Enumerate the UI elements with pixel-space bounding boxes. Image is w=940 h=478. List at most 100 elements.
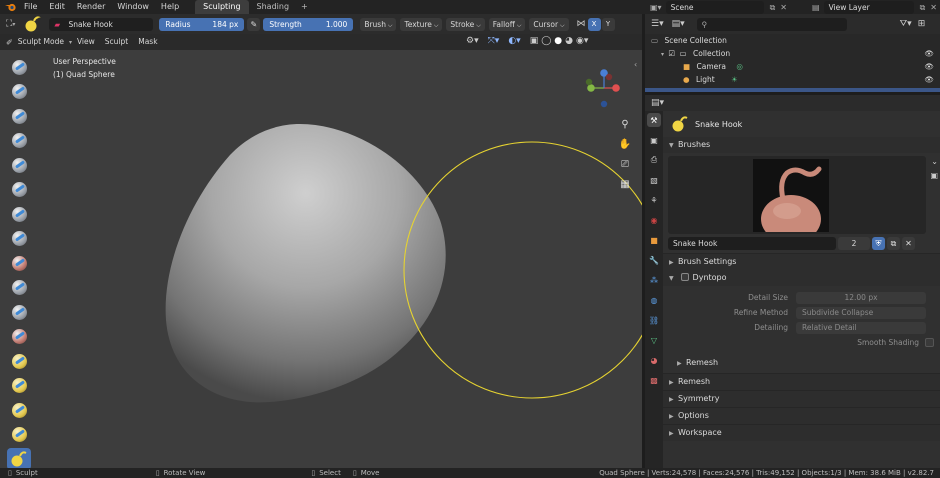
tool-fill[interactable] [7, 301, 31, 323]
gizmo-icon[interactable]: ⤧▾ [488, 36, 500, 46]
3d-viewport[interactable]: User Perspective (1) Quad Sphere ⚲ ✋ ⎚ ▦… [0, 50, 642, 468]
tab-material[interactable]: ◕ [647, 353, 661, 367]
brush-thumbnail[interactable] [753, 159, 829, 243]
visibility-eye-icon[interactable]: 👁 [924, 73, 934, 86]
dyntopo-checkbox[interactable] [680, 273, 689, 281]
navigation-gizmo[interactable] [580, 58, 622, 112]
tab-object[interactable]: ■ [647, 233, 661, 247]
menu-window[interactable]: Window [111, 0, 155, 14]
blender-logo-icon[interactable] [4, 0, 18, 14]
tab-physics[interactable]: ◍ [647, 293, 661, 307]
mirror-x-button[interactable]: X [587, 17, 601, 31]
tool-snake-hook[interactable] [7, 448, 31, 470]
brush-image-icon[interactable]: ▣ [930, 171, 938, 180]
menu-file[interactable]: File [18, 0, 43, 14]
wireframe-shading-icon[interactable]: ◯ [541, 36, 551, 46]
outliner-row-camera[interactable]: ■ Camera ◎ 👁 [645, 60, 940, 73]
tab-tool[interactable]: ⚒ [647, 113, 661, 127]
rendered-shading-icon[interactable]: ◉▾ [576, 36, 588, 46]
tool-clay-strips[interactable] [7, 130, 31, 152]
tab-output[interactable]: ⎙ [647, 153, 661, 167]
workspace-panel-header[interactable]: ▶ Workspace [663, 425, 940, 441]
dyntopo-panel-header[interactable]: ▼ Dyntopo [663, 270, 940, 286]
tool-draw-sharp[interactable] [7, 81, 31, 103]
fake-user-shield-icon[interactable]: ⛨ [872, 237, 885, 250]
tool-inflate[interactable] [7, 179, 31, 201]
tool-blob[interactable] [7, 203, 31, 225]
texture-dropdown[interactable]: Texture [400, 17, 443, 31]
radius-pressure-icon[interactable]: ✎ [247, 17, 261, 31]
outliner-row-light[interactable]: ● Light ☀ 👁 [645, 73, 940, 86]
camera-data-icon[interactable]: ◎ [736, 62, 743, 71]
outliner-selected-row[interactable] [645, 88, 940, 92]
outliner-search-input[interactable]: ⚲ [696, 17, 847, 31]
options-panel-header[interactable]: ▶ Options [663, 408, 940, 424]
remesh-panel-header[interactable]: ▶ Remesh [663, 374, 940, 390]
light-data-icon[interactable]: ☀ [731, 75, 738, 84]
radius-slider[interactable]: Radius 184 px [159, 17, 245, 31]
solid-shading-icon[interactable]: ● [554, 36, 562, 46]
menu-sculpt[interactable]: Sculpt [100, 34, 133, 50]
brushes-panel-header[interactable]: ▼ Brushes [663, 137, 940, 153]
brush-settings-panel-header[interactable]: ▶ Brush Settings [663, 254, 940, 270]
refine-method-dropdown[interactable]: Subdivide Collapse [796, 306, 926, 319]
menu-render[interactable]: Render [71, 0, 111, 14]
view-layer-copy-icon[interactable]: ⧉ [920, 3, 926, 13]
view-layer-field[interactable]: View Layer [823, 1, 914, 14]
unlink-brush-icon[interactable]: ✕ [902, 237, 915, 250]
view-layer-selector[interactable]: ▤ View Layer ⧉ ✕ [812, 1, 937, 14]
gizmo-y-axis[interactable] [587, 84, 595, 92]
brush-name-field[interactable]: Snake Hook [668, 237, 836, 250]
visibility-eye-icon[interactable]: 👁 [924, 47, 934, 60]
view-layer-close-icon[interactable]: ✕ [930, 3, 937, 12]
tool-smooth[interactable] [7, 252, 31, 274]
perspective-toggle-icon[interactable]: ▦ [616, 174, 634, 194]
tab-sculpting[interactable]: Sculpting [195, 0, 249, 14]
scene-close-icon[interactable]: ✕ [780, 3, 787, 12]
menu-view[interactable]: View [72, 34, 100, 50]
tool-thumb[interactable] [7, 424, 31, 446]
snake-hook-brush-icon[interactable] [23, 15, 43, 33]
detail-size-field[interactable]: 12.00 px [796, 291, 926, 304]
menu-help[interactable]: Help [155, 0, 185, 14]
menu-mask[interactable]: Mask [133, 34, 162, 50]
scene-selector[interactable]: ▣▾ Scene ⧉ ✕ [650, 1, 787, 14]
brush-users-count[interactable]: 2 [838, 237, 870, 250]
outliner-row-collection[interactable]: ▾ ☑ ▭ Collection 👁 [645, 47, 940, 60]
tab-view-layer[interactable]: ▧ [647, 173, 661, 187]
strength-slider[interactable]: Strength 1.000 [263, 17, 354, 31]
tab-particles[interactable]: ⁂ [647, 273, 661, 287]
viewport-canvas[interactable] [0, 50, 642, 468]
gizmo-x-axis[interactable] [612, 84, 620, 92]
filter-icon[interactable]: ⛛▾ [900, 19, 912, 29]
properties-editor-icon[interactable]: ▤▾ [651, 98, 664, 108]
stroke-dropdown[interactable]: Stroke [446, 17, 485, 31]
tool-flatten[interactable] [7, 277, 31, 299]
duplicate-brush-icon[interactable]: ⧉ [887, 237, 900, 250]
pan-hand-icon[interactable]: ✋ [616, 134, 634, 154]
menu-edit[interactable]: Edit [43, 0, 71, 14]
tab-world[interactable]: ◉ [647, 213, 661, 227]
expand-arrow-icon[interactable]: ▾ [661, 51, 664, 58]
tool-scrape[interactable] [7, 326, 31, 348]
outliner-row-scene-collection[interactable]: ▭ Scene Collection [645, 34, 940, 47]
mode-selector[interactable]: ✐ Sculpt Mode ▾ [6, 34, 72, 50]
symmetry-panel-header[interactable]: ▶ Symmetry [663, 391, 940, 407]
tab-data[interactable]: ▽ [647, 333, 661, 347]
display-mode-icon[interactable]: ▤▾ [672, 19, 685, 29]
checkbox-icon[interactable]: ☑ [668, 49, 675, 58]
tab-render[interactable]: ▣ [647, 133, 661, 147]
preview-dropdown-icon[interactable]: ⌄ [931, 157, 938, 166]
mirror-y-button[interactable]: Y [601, 17, 615, 31]
visibility-eye-icon[interactable]: 👁 [924, 60, 934, 73]
tab-shading[interactable]: Shading [249, 0, 298, 14]
falloff-dropdown[interactable]: Falloff [488, 17, 526, 31]
new-collection-icon[interactable]: ⊞ [918, 19, 926, 29]
brush-dropdown[interactable]: Brush [360, 17, 397, 31]
smooth-shading-checkbox[interactable] [925, 338, 934, 347]
tool-draw[interactable] [7, 56, 31, 78]
overlays-icon[interactable]: ◐▾ [508, 36, 520, 46]
sidebar-toggle-icon[interactable]: ‹ [634, 60, 642, 74]
material-shading-icon[interactable]: ◕ [565, 36, 573, 46]
tool-elastic[interactable] [7, 399, 31, 421]
